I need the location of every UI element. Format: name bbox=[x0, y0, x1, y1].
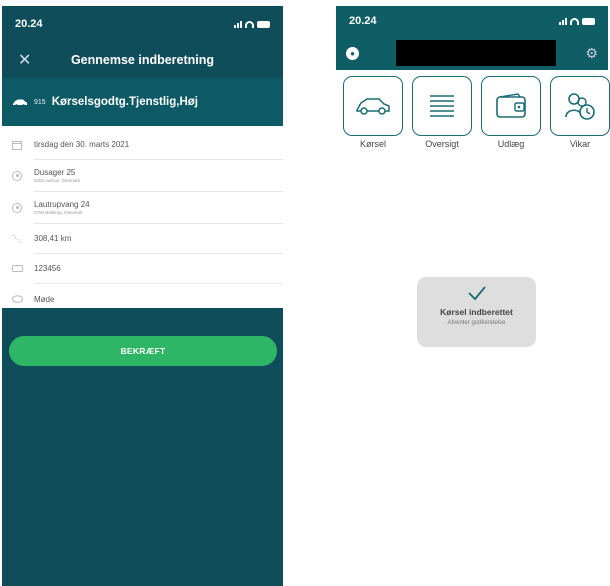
details-list: tirsdag den 30. marts 2021 Dusager 25 82… bbox=[2, 126, 283, 308]
confirm-button[interactable]: BEKRÆFT bbox=[9, 336, 277, 366]
calendar-icon bbox=[10, 140, 24, 150]
tile-label: Kørsel bbox=[359, 139, 386, 149]
license-plate-icon bbox=[10, 265, 24, 272]
status-time: 20.24 bbox=[349, 15, 377, 27]
status-bar: 20.24 bbox=[2, 6, 283, 42]
wallet-icon bbox=[496, 93, 526, 118]
redacted-area bbox=[396, 40, 556, 66]
battery-icon bbox=[582, 17, 595, 25]
menu-tiles: Kørsel Oversigt Udlæg Vikar bbox=[336, 70, 610, 149]
list-icon bbox=[430, 95, 454, 117]
trip-name: Kørselsgodtg.Tjenstlig,Høj bbox=[51, 96, 198, 108]
signal-icon bbox=[234, 20, 242, 28]
user-icon[interactable]: ● bbox=[346, 46, 359, 60]
page-title: Gennemse indberetning bbox=[70, 53, 215, 67]
to-address: 2750 Ballerup, Danmark bbox=[34, 210, 83, 215]
purpose-row[interactable]: Møde bbox=[11, 284, 283, 314]
date-row[interactable]: tirsdag den 30. marts 2021 bbox=[12, 130, 283, 160]
app-bar: ● ⚙ bbox=[336, 36, 608, 70]
substitute-icon bbox=[565, 93, 595, 120]
location-pin-icon bbox=[10, 170, 24, 181]
purpose-value: Møde bbox=[34, 294, 55, 304]
home-screen: 20.24 ● ⚙ Kørsel Oversigt Udlæg Vikar Kø… bbox=[336, 6, 610, 586]
success-toast: Kørsel indberettet Afventer godkendelse bbox=[417, 277, 536, 347]
tile-vikar[interactable]: Vikar bbox=[550, 76, 610, 149]
tile-label: Udlæg bbox=[497, 139, 525, 149]
from-address-row[interactable]: Dusager 25 8200 Aarhus, Danmark bbox=[12, 160, 283, 192]
status-bar: 20.24 bbox=[336, 6, 608, 36]
date-value: tirsdag den 30. marts 2021 bbox=[34, 140, 130, 149]
to-name: Lautrupvang 24 bbox=[34, 200, 90, 209]
from-name: Dusager 25 bbox=[34, 168, 76, 177]
wifi-icon bbox=[245, 20, 254, 28]
wifi-icon bbox=[570, 17, 579, 25]
toast-title: Kørsel indberettet bbox=[440, 307, 513, 317]
plate-value: 123456 bbox=[34, 264, 61, 273]
tile-oversigt[interactable]: Oversigt bbox=[412, 76, 472, 149]
tile-label: Vikar bbox=[569, 139, 591, 149]
plate-row[interactable]: 123456 bbox=[11, 254, 283, 284]
signal-icon bbox=[559, 17, 567, 25]
distance-row[interactable]: 308,41 km bbox=[12, 224, 283, 254]
tile-korsel[interactable]: Kørsel bbox=[343, 76, 403, 149]
tile-udlaeg[interactable]: Udlæg bbox=[481, 76, 541, 149]
distance-value: 308,41 km bbox=[34, 234, 72, 243]
review-screen: 20.24 ✕ Gennemse indberetning 915 Kørsel… bbox=[2, 6, 283, 586]
close-icon[interactable]: ✕ bbox=[18, 50, 31, 70]
gear-icon[interactable]: ⚙ bbox=[585, 45, 598, 62]
toast-subtitle: Afventer godkendelse bbox=[447, 320, 506, 326]
tile-label: Oversigt bbox=[425, 139, 459, 149]
route-icon bbox=[10, 234, 24, 244]
title-bar: ✕ Gennemse indberetning bbox=[2, 42, 283, 78]
header: 20.24 ● ⚙ bbox=[336, 6, 608, 70]
comment-icon bbox=[10, 294, 24, 304]
battery-icon bbox=[257, 20, 270, 28]
trip-number: 915 bbox=[34, 98, 46, 106]
location-pin-icon bbox=[10, 202, 24, 213]
trip-type-row[interactable]: 915 Kørselsgodtg.Tjenstlig,Høj bbox=[2, 78, 283, 126]
from-address: 8200 Aarhus, Danmark bbox=[34, 178, 81, 183]
status-time: 20.24 bbox=[15, 18, 43, 30]
to-address-row[interactable]: Lautrupvang 24 2750 Ballerup, Danmark bbox=[12, 192, 283, 224]
checkmark-icon bbox=[417, 285, 536, 306]
car-icon bbox=[13, 99, 27, 107]
car-icon bbox=[356, 98, 390, 115]
